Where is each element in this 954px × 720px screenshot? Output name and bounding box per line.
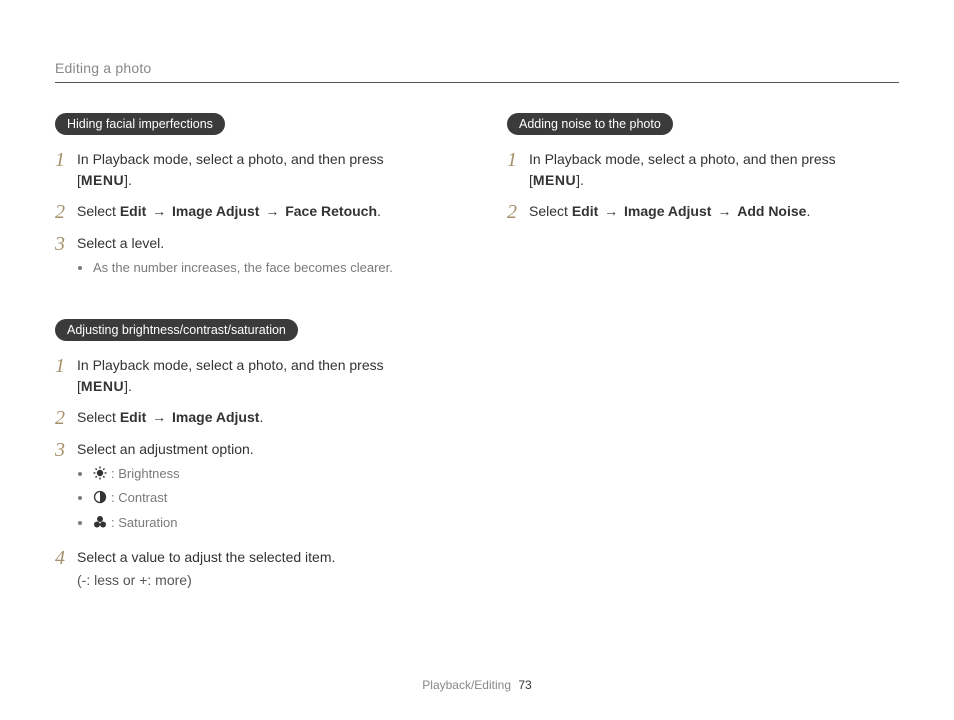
step-number: 2	[507, 201, 529, 223]
page-title: Editing a photo	[55, 60, 151, 76]
sub-bullet: As the number increases, the face become…	[93, 258, 447, 278]
step-number: 1	[55, 149, 77, 171]
step-body: Select Edit → Image Adjust → Face Retouc…	[77, 201, 447, 222]
menu-path-edit: Edit	[120, 203, 146, 219]
step-subnote: (-: less or +: more)	[77, 570, 447, 591]
section-pill: Hiding facial imperfections	[55, 113, 225, 135]
footer-section: Playback/Editing	[422, 678, 511, 692]
option-label: : Saturation	[111, 515, 178, 530]
step: 3 Select an adjustment option. : Brightn…	[55, 439, 447, 538]
period: .	[259, 409, 263, 425]
contrast-icon	[93, 490, 107, 510]
right-column: Adding noise to the photo 1 In Playback …	[507, 113, 899, 629]
step-number: 2	[55, 201, 77, 223]
step-body: In Playback mode, select a photo, and th…	[77, 149, 447, 191]
step-number: 1	[55, 355, 77, 377]
menu-button-label: MENU	[533, 172, 576, 188]
step-number: 3	[55, 439, 77, 461]
step-body: Select Edit → Image Adjust → Add Noise.	[529, 201, 899, 222]
step-text: In Playback mode, select a photo, and th…	[529, 151, 836, 167]
page-footer: Playback/Editing 73	[0, 678, 954, 692]
step: 1 In Playback mode, select a photo, and …	[507, 149, 899, 191]
content-columns: Hiding facial imperfections 1 In Playbac…	[55, 113, 899, 629]
step-number: 1	[507, 149, 529, 171]
period: .	[377, 203, 381, 219]
arrow-icon: →	[150, 409, 168, 425]
step-body: Select a level. As the number increases,…	[77, 233, 447, 281]
sub-bullet: : Saturation	[93, 513, 447, 535]
menu-path-edit: Edit	[572, 203, 598, 219]
step-body: Select Edit → Image Adjust.	[77, 407, 447, 428]
step: 1 In Playback mode, select a photo, and …	[55, 149, 447, 191]
step: 3 Select a level. As the number increase…	[55, 233, 447, 281]
option-label: : Contrast	[111, 490, 167, 505]
sub-bullet: : Brightness	[93, 464, 447, 486]
step-number: 2	[55, 407, 77, 429]
step-body: In Playback mode, select a photo, and th…	[77, 355, 447, 397]
bracket-close: ].	[124, 378, 132, 394]
arrow-icon: →	[715, 203, 733, 219]
step-text: Select	[77, 203, 120, 219]
brightness-icon	[93, 466, 107, 486]
menu-path-add-noise: Add Noise	[737, 203, 806, 219]
step-number: 3	[55, 233, 77, 255]
step-body: In Playback mode, select a photo, and th…	[529, 149, 899, 191]
step: 2 Select Edit → Image Adjust → Face Reto…	[55, 201, 447, 223]
sub-bullets: : Brightness : Contrast : Saturation	[77, 464, 447, 535]
step-body: Select a value to adjust the selected it…	[77, 547, 447, 591]
section-pill: Adjusting brightness/contrast/saturation	[55, 319, 298, 341]
bracket-close: ].	[124, 172, 132, 188]
step: 2 Select Edit → Image Adjust → Add Noise…	[507, 201, 899, 223]
section-hiding-imperfections: Hiding facial imperfections 1 In Playbac…	[55, 113, 447, 281]
page-header: Editing a photo	[55, 60, 899, 83]
arrow-icon: →	[602, 203, 620, 219]
menu-button-label: MENU	[81, 172, 124, 188]
sub-bullets: As the number increases, the face become…	[77, 258, 447, 278]
menu-button-label: MENU	[81, 378, 124, 394]
step-text: Select an adjustment option.	[77, 441, 254, 457]
step: 4 Select a value to adjust the selected …	[55, 547, 447, 591]
period: .	[806, 203, 810, 219]
step: 2 Select Edit → Image Adjust.	[55, 407, 447, 429]
step-text: Select a value to adjust the selected it…	[77, 549, 335, 565]
step-body: Select an adjustment option. : Brightnes…	[77, 439, 447, 538]
menu-path-image-adjust: Image Adjust	[172, 409, 259, 425]
step-text: Select	[77, 409, 120, 425]
menu-path-face-retouch: Face Retouch	[285, 203, 377, 219]
option-label: : Brightness	[111, 466, 180, 481]
step: 1 In Playback mode, select a photo, and …	[55, 355, 447, 397]
left-column: Hiding facial imperfections 1 In Playbac…	[55, 113, 447, 629]
step-number: 4	[55, 547, 77, 569]
sub-bullet: : Contrast	[93, 488, 447, 510]
section-pill: Adding noise to the photo	[507, 113, 673, 135]
bracket-close: ].	[576, 172, 584, 188]
arrow-icon: →	[263, 203, 281, 219]
menu-path-edit: Edit	[120, 409, 146, 425]
saturation-icon	[93, 515, 107, 535]
menu-path-image-adjust: Image Adjust	[172, 203, 259, 219]
step-text: In Playback mode, select a photo, and th…	[77, 357, 384, 373]
section-adjusting-bcs: Adjusting brightness/contrast/saturation…	[55, 319, 447, 592]
footer-page-number: 73	[518, 678, 531, 692]
step-text: In Playback mode, select a photo, and th…	[77, 151, 384, 167]
section-adding-noise: Adding noise to the photo 1 In Playback …	[507, 113, 899, 223]
menu-path-image-adjust: Image Adjust	[624, 203, 711, 219]
step-text: Select a level.	[77, 235, 164, 251]
step-text: Select	[529, 203, 572, 219]
arrow-icon: →	[150, 203, 168, 219]
